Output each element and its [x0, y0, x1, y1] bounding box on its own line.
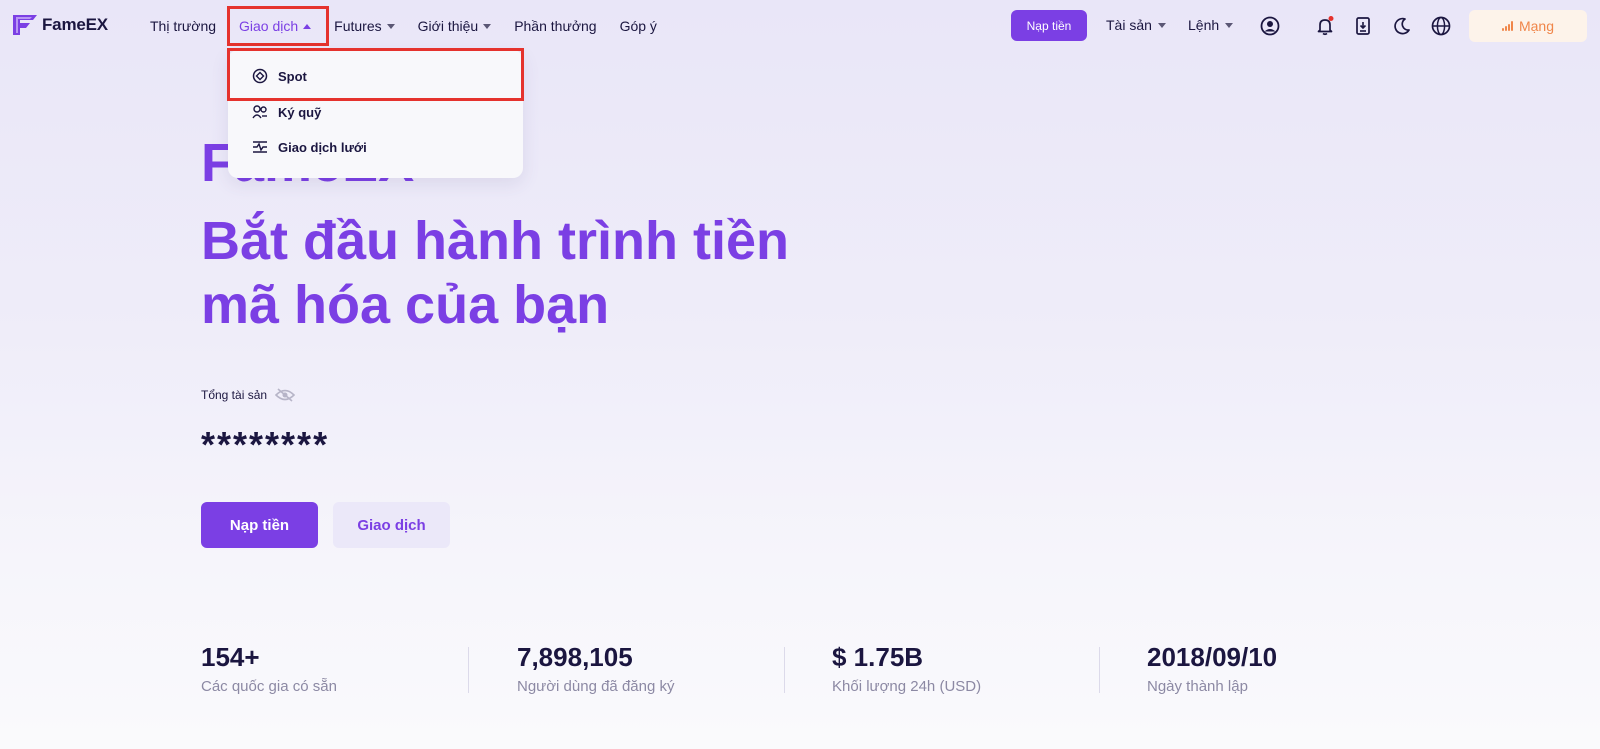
dropdown-item-grid-trading[interactable]: Giao dịch lưới: [252, 139, 367, 155]
hero-title-line2: Bắt đầu hành trình tiền: [201, 211, 789, 271]
trade-dropdown-menu: Spot Ký quỹ Giao dịch lưới: [228, 50, 523, 178]
nav-feedback[interactable]: Góp ý: [620, 18, 657, 34]
hero-title-line3: mã hóa của bạn: [201, 275, 610, 335]
grid-trading-icon: [253, 141, 267, 153]
nav-markets-label: Thị trường: [150, 18, 217, 34]
stat-divider: [784, 647, 785, 693]
total-assets-label: Tổng tài sản: [201, 388, 296, 402]
caret-up-icon: [303, 23, 312, 29]
stat-users: 7,898,105 Người dùng đã đăng ký: [517, 640, 674, 695]
nav-orders[interactable]: Lệnh: [1188, 17, 1234, 33]
nav-orders-label: Lệnh: [1188, 17, 1220, 33]
stat-label: Ngày thành lập: [1147, 678, 1248, 695]
caret-down-icon: [483, 23, 492, 29]
nav-feedback-label: Góp ý: [619, 18, 657, 34]
stat-label: Khối lượng 24h (USD): [832, 678, 982, 695]
stat-value: 154+: [201, 642, 260, 672]
download-icon[interactable]: [1351, 14, 1375, 38]
caret-down-icon: [1157, 22, 1166, 28]
nav-trade-label: Giao dịch: [239, 18, 299, 34]
hero-deposit-button[interactable]: Nạp tiền: [201, 502, 318, 548]
nav-about[interactable]: Giới thiệu: [418, 18, 492, 34]
dropdown-item-grid-trading-label: Giao dịch lưới: [278, 139, 367, 155]
brand-name: FameEX: [42, 15, 108, 34]
nav-rewards[interactable]: Phần thưởng: [514, 18, 596, 34]
top-navbar: FameEX Thị trường Giao dịch Futures Giới…: [0, 0, 1600, 52]
dropdown-item-margin-label: Ký quỹ: [278, 104, 322, 120]
total-assets-value: ********: [201, 424, 330, 465]
fameex-logo[interactable]: FameEX: [12, 13, 108, 37]
nav-about-label: Giới thiệu: [417, 18, 479, 34]
stat-founded: 2018/09/10 Ngày thành lập: [1147, 640, 1277, 695]
dropdown-item-spot[interactable]: Spot: [252, 68, 307, 84]
stat-value: $ 1.75B: [832, 642, 924, 672]
eye-hidden-icon[interactable]: [275, 388, 296, 402]
stat-volume: $ 1.75B Khối lượng 24h (USD): [832, 640, 981, 695]
caret-down-icon: [386, 23, 395, 29]
caret-down-icon: [1225, 22, 1234, 28]
fameex-logo-icon: [13, 15, 37, 35]
user-icon[interactable]: [1258, 14, 1282, 38]
dropdown-item-spot-label: Spot: [278, 68, 307, 84]
nav-assets-label: Tài sản: [1106, 17, 1152, 33]
stat-divider: [1099, 647, 1100, 693]
stat-label: Người dùng đã đăng ký: [517, 678, 675, 695]
nav-futures[interactable]: Futures: [334, 18, 395, 34]
main-menu: Thị trường Giao dịch Futures Giới thiệu …: [150, 0, 680, 52]
nav-rewards-label: Phần thưởng: [514, 18, 597, 34]
stat-value: 7,898,105: [517, 642, 633, 672]
total-assets-text: Tổng tài sản: [201, 388, 268, 402]
network-label: Mạng: [1518, 18, 1555, 34]
stat-label: Các quốc gia có sẵn: [201, 678, 337, 695]
stat-divider: [468, 647, 469, 693]
moon-icon[interactable]: [1390, 14, 1414, 38]
hero-trade-button[interactable]: Giao dịch: [333, 502, 450, 548]
globe-icon[interactable]: [1429, 14, 1453, 38]
network-status-button[interactable]: Mạng: [1469, 10, 1587, 42]
bell-icon[interactable]: [1313, 14, 1337, 38]
margin-icon: [252, 105, 267, 119]
dropdown-item-margin[interactable]: Ký quỹ: [252, 104, 321, 120]
nav-markets[interactable]: Thị trường: [150, 18, 216, 34]
spot-icon: [252, 68, 268, 84]
nav-futures-label: Futures: [334, 18, 382, 34]
stat-countries: 154+ Các quốc gia có sẵn: [201, 640, 337, 695]
nav-assets[interactable]: Tài sản: [1106, 17, 1166, 33]
nav-deposit-button[interactable]: Nạp tiền: [1011, 10, 1087, 41]
nav-trade[interactable]: Giao dịch: [239, 18, 312, 34]
stat-value: 2018/09/10: [1147, 642, 1278, 672]
signal-icon: [1501, 21, 1513, 31]
